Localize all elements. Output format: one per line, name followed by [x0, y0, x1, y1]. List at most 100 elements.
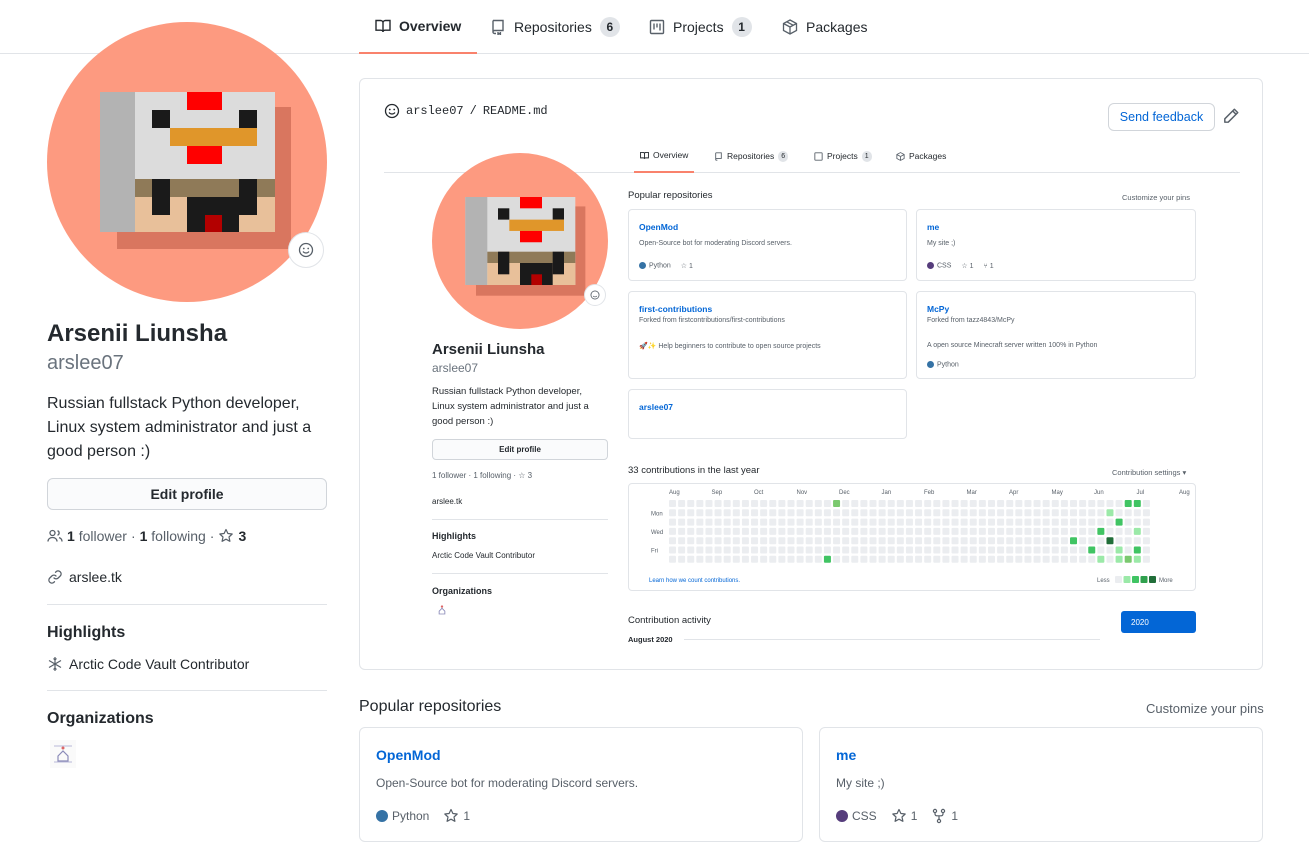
mini-projects-count: 1	[861, 150, 872, 162]
contribution-day	[942, 555, 950, 563]
contribution-day	[787, 500, 795, 507]
readme-owner-link[interactable]: arslee07	[406, 104, 464, 118]
contribution-day	[978, 555, 986, 563]
repo-forks-link[interactable]: 1	[931, 808, 958, 824]
following-link[interactable]: 1 following	[140, 528, 206, 544]
repo-title-link[interactable]: OpenMod	[376, 747, 441, 763]
repo-title-link[interactable]: me	[836, 747, 856, 763]
contribution-day	[905, 500, 913, 507]
contribution-day	[741, 509, 749, 517]
contribution-day	[814, 500, 822, 507]
month-label: Aug	[1179, 490, 1190, 496]
contribution-day	[678, 555, 686, 563]
send-feedback-button[interactable]: Send feedback	[1108, 103, 1215, 131]
contribution-day	[760, 527, 768, 535]
contribution-day	[896, 537, 904, 545]
mini-divider	[432, 519, 608, 520]
pencil-icon[interactable]	[1222, 107, 1240, 125]
contribution-day	[924, 546, 932, 554]
contribution-day	[705, 527, 713, 535]
contribution-day	[669, 555, 676, 563]
mini-tab-label: Repositories	[727, 151, 775, 161]
repo-meta: CSS 1 1	[836, 808, 958, 824]
contribution-day	[1124, 500, 1132, 507]
language-dot	[639, 262, 646, 270]
repo-stars-link[interactable]: 1	[891, 808, 917, 824]
contribution-day	[1015, 509, 1023, 517]
mini-divider	[684, 639, 1100, 640]
organization-avatar[interactable]	[50, 740, 76, 768]
mini-repo-desc: Forked from tazz4843/McPy	[927, 317, 1015, 324]
mini-repo-card: OpenMod Open-Source bot for moderating D…	[628, 209, 907, 281]
contribution-day	[787, 555, 795, 563]
stars-link[interactable]: 3	[218, 528, 246, 544]
mini-repo-title: arslee07	[639, 402, 674, 412]
contribution-day	[741, 555, 749, 563]
contribution-day	[1060, 500, 1068, 507]
contribution-day	[1033, 500, 1041, 507]
contribution-day	[1033, 527, 1041, 535]
contribution-day	[924, 500, 932, 507]
tab-repositories[interactable]: Repositories 6	[474, 0, 636, 53]
contribution-day	[1060, 509, 1068, 517]
contribution-day	[696, 500, 704, 507]
set-status-button[interactable]	[288, 232, 324, 268]
organization-logo-icon	[438, 605, 446, 615]
contribution-day	[860, 509, 868, 517]
followers-label: follower	[78, 528, 127, 544]
contribution-day	[778, 546, 786, 554]
followers-link[interactable]: 1 follower	[67, 528, 127, 544]
contribution-day	[696, 509, 704, 517]
tab-overview[interactable]: Overview	[359, 0, 478, 54]
contribution-day	[751, 500, 759, 507]
mini-tab-overview: Overview	[634, 139, 695, 173]
contribution-day	[787, 509, 795, 517]
tab-packages[interactable]: Packages	[766, 0, 883, 53]
mini-repo-desc2: 🚀✨ Help beginners to contribute to open …	[639, 343, 821, 350]
contribution-day	[960, 509, 968, 517]
readme-file-link[interactable]: README.md	[483, 104, 548, 118]
contribution-day	[860, 555, 868, 563]
contribution-day	[732, 555, 740, 563]
repo-stars-link[interactable]: 1	[443, 808, 470, 824]
contribution-day	[678, 509, 686, 517]
contribution-day	[915, 555, 923, 563]
mini-customize-pins: Customize your pins	[1122, 193, 1190, 202]
contribution-day	[796, 500, 804, 507]
contribution-day	[814, 518, 822, 526]
contribution-day	[887, 527, 895, 535]
legend-swatch	[1140, 576, 1148, 583]
tab-projects[interactable]: Projects 1	[633, 0, 768, 53]
contribution-day	[1079, 537, 1087, 545]
contribution-day	[769, 537, 777, 545]
mini-divider	[432, 573, 608, 574]
mini-activity-heading: Contribution activity	[628, 615, 711, 626]
mini-repo-meta: Python ☆ 1	[639, 262, 693, 270]
contribution-day	[842, 500, 850, 507]
customize-pins-link[interactable]: Customize your pins	[1146, 701, 1264, 716]
contribution-day	[1051, 509, 1059, 517]
contribution-day	[933, 555, 941, 563]
month-label: Aug	[669, 490, 680, 496]
contribution-day	[796, 509, 804, 517]
contribution-day	[1142, 500, 1150, 507]
project-icon	[814, 151, 823, 161]
contribution-day	[705, 555, 713, 563]
book-icon	[640, 151, 649, 159]
contribution-day	[1106, 518, 1114, 526]
contribution-day	[969, 527, 977, 535]
contribution-day	[842, 527, 850, 535]
contribution-day	[741, 527, 749, 535]
edit-profile-button[interactable]: Edit profile	[47, 478, 327, 510]
contribution-day	[805, 537, 813, 545]
contribution-day	[1097, 546, 1105, 554]
contribution-day	[796, 527, 804, 535]
contribution-day	[669, 546, 676, 554]
mini-organizations-heading: Organizations	[432, 586, 493, 596]
website-link[interactable]: arslee.tk	[69, 569, 122, 585]
link-icon	[48, 570, 62, 584]
contribution-day	[878, 518, 886, 526]
avatar[interactable]	[47, 22, 327, 302]
contribution-day	[1097, 509, 1105, 517]
following-count: 1	[139, 528, 148, 544]
